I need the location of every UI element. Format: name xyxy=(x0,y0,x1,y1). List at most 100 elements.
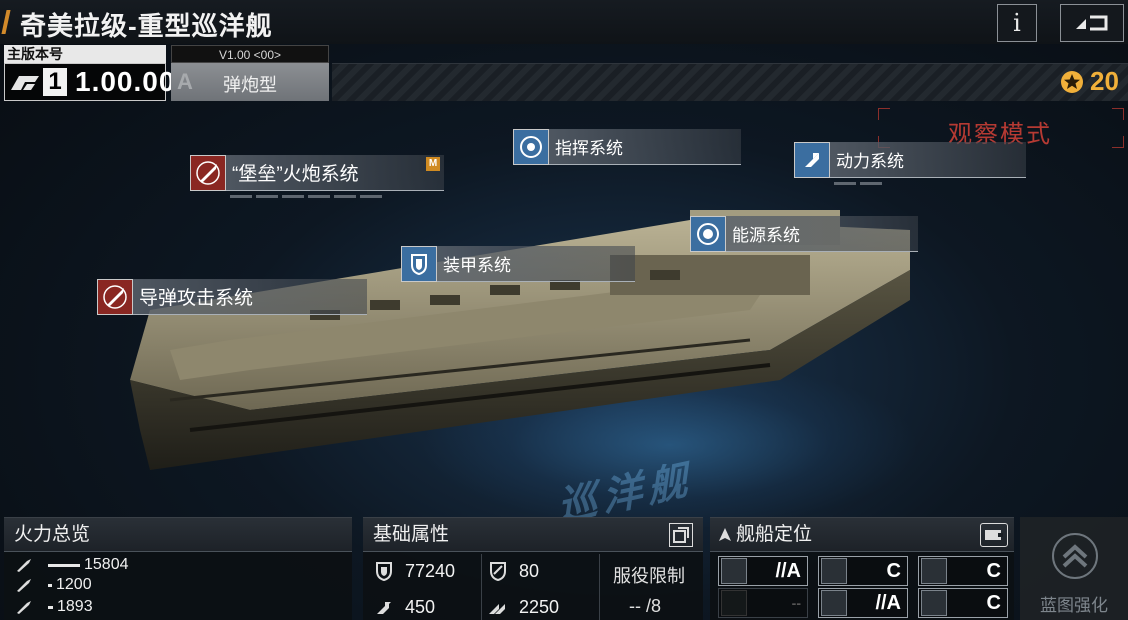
back-button[interactable] xyxy=(1060,4,1124,42)
firepower-row: 1893 xyxy=(16,597,93,617)
system-cannon[interactable]: “堡垒”火炮系统 M xyxy=(190,155,444,198)
pip xyxy=(360,195,382,198)
power-pips xyxy=(834,182,882,185)
attr-hp: 77240 xyxy=(373,554,455,588)
speed-icon xyxy=(377,602,391,614)
positioning-title: 舰船定位 xyxy=(710,518,1014,552)
firepower-value: 1200 xyxy=(56,576,92,593)
back-icon xyxy=(1076,15,1108,31)
cannon-icon xyxy=(17,559,31,572)
system-cannon-label: “堡垒”火炮系统 M xyxy=(226,155,444,191)
positioning-tag-button[interactable] xyxy=(980,523,1008,547)
position-cell[interactable]: -- xyxy=(718,588,808,618)
system-power[interactable]: 动力系统 xyxy=(794,142,1026,185)
pip xyxy=(230,195,252,198)
attr-divider xyxy=(481,554,482,620)
variant-selector[interactable]: V1.00 <00> A 弹炮型 xyxy=(171,45,329,101)
firepower-panel[interactable]: 火力总览 15804 1200 1893 xyxy=(4,517,352,620)
system-missile[interactable]: 导弹攻击系统 xyxy=(97,279,367,315)
attr-hp-value: 77240 xyxy=(405,560,456,581)
info-button[interactable]: i xyxy=(997,4,1037,42)
shield-icon xyxy=(376,562,392,582)
version-label: 主版本号 xyxy=(4,45,166,63)
firepower-bar xyxy=(48,563,80,567)
position-grade: C xyxy=(986,559,1001,582)
cannon-badge: M xyxy=(426,157,440,171)
role-icon xyxy=(921,558,947,584)
attributes-detail-button[interactable] xyxy=(669,523,693,547)
positioning-panel[interactable]: 舰船定位 //A C C -- //A C xyxy=(710,517,1014,620)
pip xyxy=(334,195,356,198)
aircraft-icon xyxy=(17,601,31,614)
attr-warp-value: 2250 xyxy=(519,596,560,617)
position-cell[interactable]: C xyxy=(918,556,1008,586)
version-body: 1 1.00.00 xyxy=(4,63,174,101)
system-armor-label: 装甲系统 xyxy=(437,246,635,282)
attr-divider xyxy=(599,554,600,620)
pip xyxy=(256,195,278,198)
attr-warp: 2250 xyxy=(487,590,559,620)
position-grade: //A xyxy=(875,591,901,614)
armor-icon xyxy=(490,562,506,582)
cannon-system-icon xyxy=(190,155,226,191)
pip xyxy=(282,195,304,198)
variant-version-tag: V1.00 <00> xyxy=(171,45,329,63)
energy-system-icon xyxy=(690,216,726,252)
faction-logo-icon xyxy=(11,76,39,90)
position-grade: -- xyxy=(791,595,801,611)
version-block: 主版本号 1 1.00.00 xyxy=(4,45,174,101)
corner-tr xyxy=(1112,108,1124,120)
pip xyxy=(860,182,882,185)
attr-armor-value: 80 xyxy=(519,560,540,581)
firepower-value: 15804 xyxy=(84,556,129,573)
corner-tl xyxy=(878,108,890,120)
upgrade-chevron-icon xyxy=(1052,533,1098,579)
position-cell[interactable]: //A xyxy=(718,556,808,586)
warp-icon xyxy=(489,604,505,614)
power-system-icon xyxy=(794,142,830,178)
firepower-row: 1200 xyxy=(16,575,92,595)
attr-speed: 450 xyxy=(373,590,435,620)
version-number: 1.00.00 xyxy=(75,66,176,97)
firepower-bar xyxy=(48,605,53,609)
variant-body: A 弹炮型 xyxy=(171,63,329,101)
system-energy-label: 能源系统 xyxy=(726,216,918,252)
position-cell[interactable]: C xyxy=(918,588,1008,618)
firepower-row: 15804 xyxy=(16,555,129,575)
system-cannon-text: “堡垒”火炮系统 xyxy=(232,164,359,185)
stripe-bar xyxy=(332,63,1128,101)
corner-br xyxy=(1112,136,1124,148)
system-power-label: 动力系统 xyxy=(830,142,1026,178)
attr-speed-value: 450 xyxy=(405,596,436,617)
firepower-bar xyxy=(48,583,52,587)
attributes-title: 基础属性 xyxy=(363,518,703,552)
role-icon xyxy=(921,590,947,616)
copy-icon xyxy=(673,527,689,543)
position-grade: C xyxy=(986,591,1001,614)
system-armor[interactable]: 装甲系统 xyxy=(401,246,635,282)
page-title: 奇美拉级-重型巡洋舰 xyxy=(20,11,273,41)
system-missile-label: 导弹攻击系统 xyxy=(133,279,367,315)
firepower-title: 火力总览 xyxy=(4,518,352,552)
attributes-panel[interactable]: 基础属性 77240 80 450 2250 服役限制 -- /8 xyxy=(363,517,703,620)
position-cell[interactable]: //A xyxy=(818,588,908,618)
star-medal-icon xyxy=(1061,71,1083,93)
pip xyxy=(308,195,330,198)
star-count: 20 xyxy=(1090,66,1119,96)
firepower-value: 1893 xyxy=(57,598,93,615)
variant-name: 弹炮型 xyxy=(223,75,277,95)
info-icon: i xyxy=(1013,9,1021,37)
attr-armor: 80 xyxy=(487,554,539,588)
armor-system-icon xyxy=(401,246,437,282)
command-system-icon xyxy=(513,129,549,165)
blueprint-enhance-button[interactable]: 蓝图强化 xyxy=(1020,517,1128,620)
missile-system-icon xyxy=(97,279,133,315)
role-icon xyxy=(721,558,747,584)
position-cell[interactable]: C xyxy=(818,556,908,586)
role-icon xyxy=(821,558,847,584)
service-limit-value: -- /8 xyxy=(629,596,662,616)
position-grade: //A xyxy=(775,559,801,582)
system-command[interactable]: 指挥系统 xyxy=(513,129,741,165)
system-command-label: 指挥系统 xyxy=(549,129,741,165)
system-energy[interactable]: 能源系统 xyxy=(690,216,918,252)
